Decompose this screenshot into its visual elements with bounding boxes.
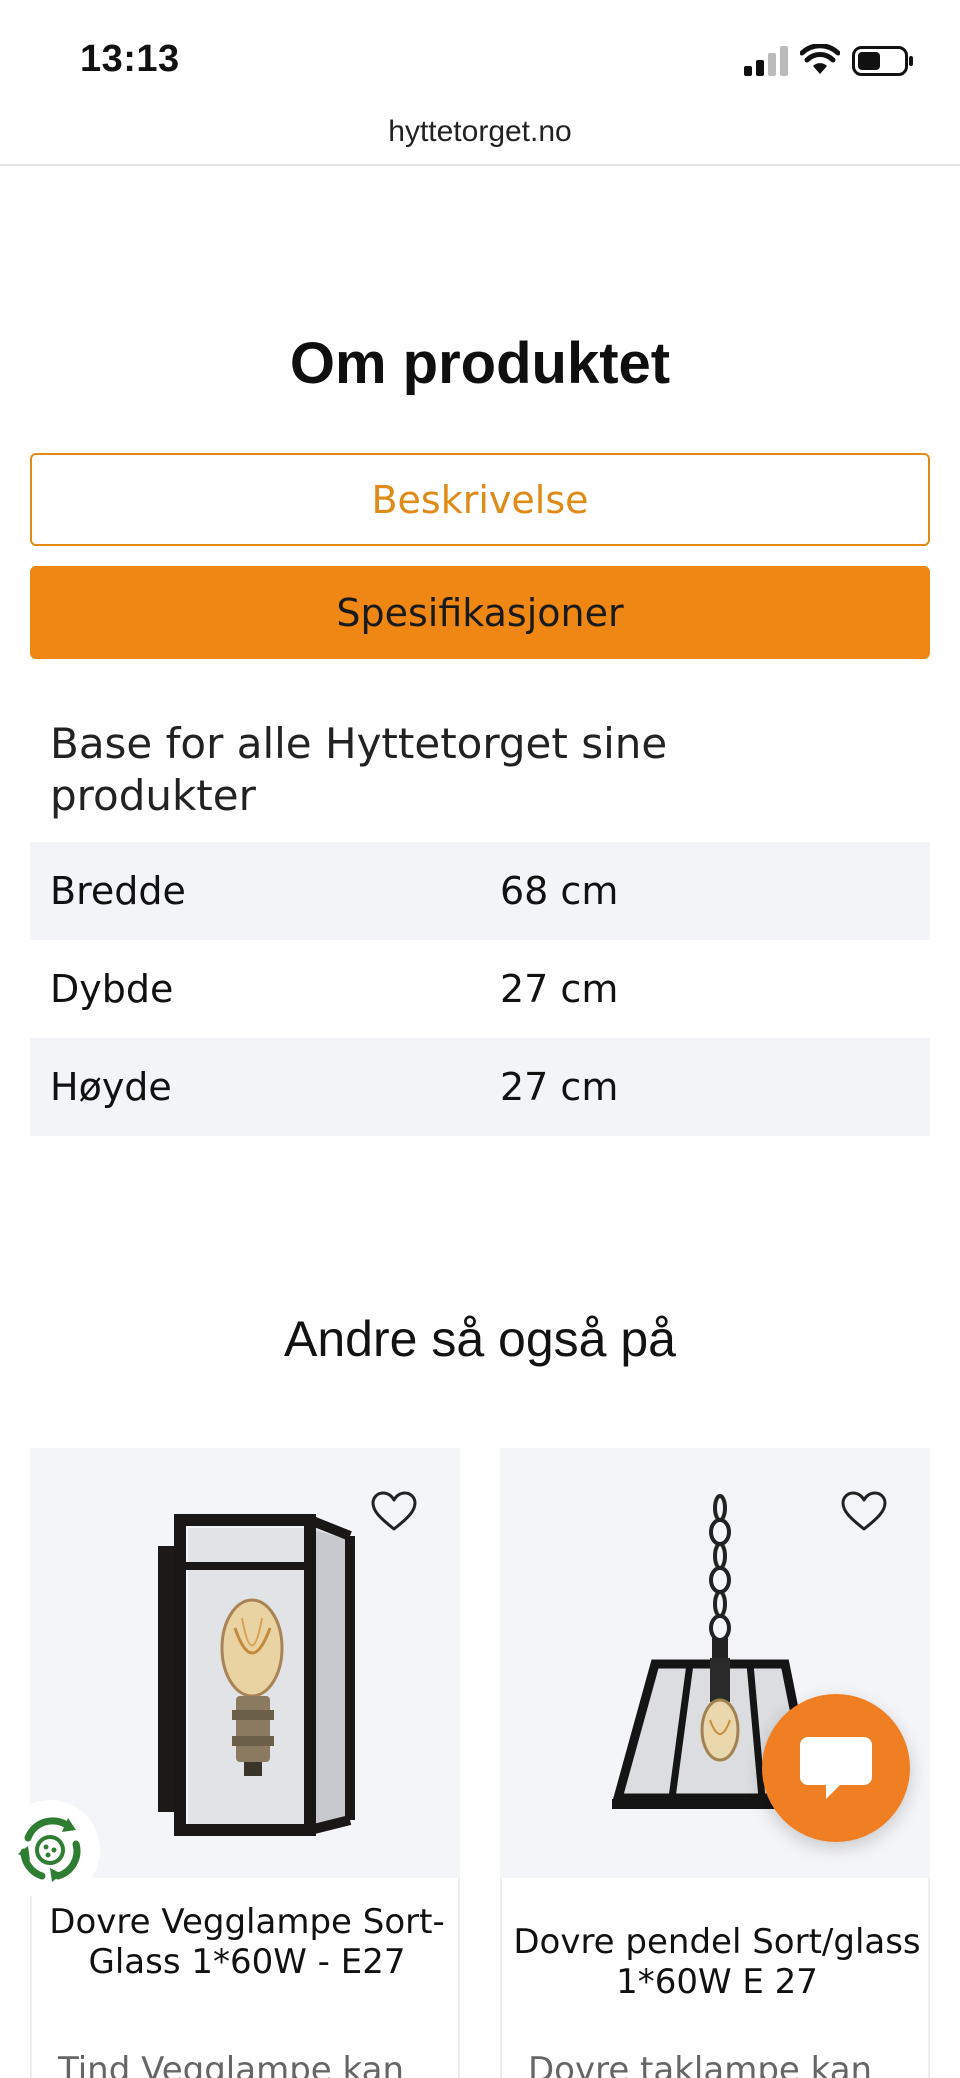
url-text: hyttetorget.no (388, 115, 572, 148)
wifi-icon (800, 44, 840, 74)
recycle-badge-icon (18, 1817, 81, 1882)
spec-row: Bredde 68 cm (30, 842, 930, 940)
address-bar[interactable]: hyttetorget.no (0, 108, 960, 166)
tab-description-label: Beskrivelse (371, 477, 589, 522)
spec-label: Høyde (50, 1065, 172, 1109)
product-card[interactable]: Dovre Vegglampe Sort-Glass 1*60W - E27 T… (30, 1448, 460, 2078)
spec-label: Dybde (50, 967, 174, 1011)
about-product-title: Om produktet (289, 331, 671, 396)
tab-description[interactable]: Beskrivelse (30, 453, 930, 546)
product-card-body: Dovre Vegglampe Sort-Glass 1*60W - E27 T… (30, 1878, 460, 2078)
chat-button[interactable] (762, 1694, 910, 1842)
spec-row: Dybde 27 cm (30, 940, 930, 1038)
spec-heading: Base for alle Hyttetorget sine produkter (50, 719, 668, 820)
spec-value: 68 cm (500, 869, 619, 913)
favorite-heart-icon[interactable] (840, 1490, 888, 1532)
page: 13:13 hyttetorget.no Om produktet Beskri… (0, 0, 960, 2078)
product-title[interactable]: Dovre pendel Sort/glass 1*60W E 27 (512, 1922, 922, 2002)
chat-bubble-icon (800, 1737, 872, 1799)
spec-value: 27 cm (500, 1065, 619, 1109)
spec-value: 27 cm (500, 967, 619, 1011)
related-products-title: Andre så også på (284, 1311, 676, 1367)
spec-label: Bredde (50, 869, 186, 913)
spec-table: Bredde 68 cm Dybde 27 cm Høyde 27 cm (30, 842, 930, 1136)
cellular-signal-icon (744, 46, 788, 76)
spec-row: Høyde 27 cm (30, 1038, 930, 1136)
product-description: Dovre taklampe kan (528, 2050, 873, 2078)
product-title[interactable]: Dovre Vegglampe Sort-Glass 1*60W - E27 (42, 1902, 452, 1982)
product-description: Tind Vegglampe kan (58, 2050, 404, 2078)
product-image-wall-lamp[interactable] (30, 1448, 460, 1878)
favorite-heart-icon[interactable] (370, 1490, 418, 1532)
eco-badge[interactable] (0, 1800, 100, 1900)
product-card-body: Dovre pendel Sort/glass 1*60W E 27 Dovre… (500, 1878, 930, 2078)
tab-specifications-label: Spesifikasjoner (336, 590, 624, 635)
status-time: 13:13 (80, 38, 180, 80)
status-bar: 13:13 (0, 0, 960, 110)
tab-specifications[interactable]: Spesifikasjoner (30, 566, 930, 659)
battery-icon (852, 46, 913, 76)
